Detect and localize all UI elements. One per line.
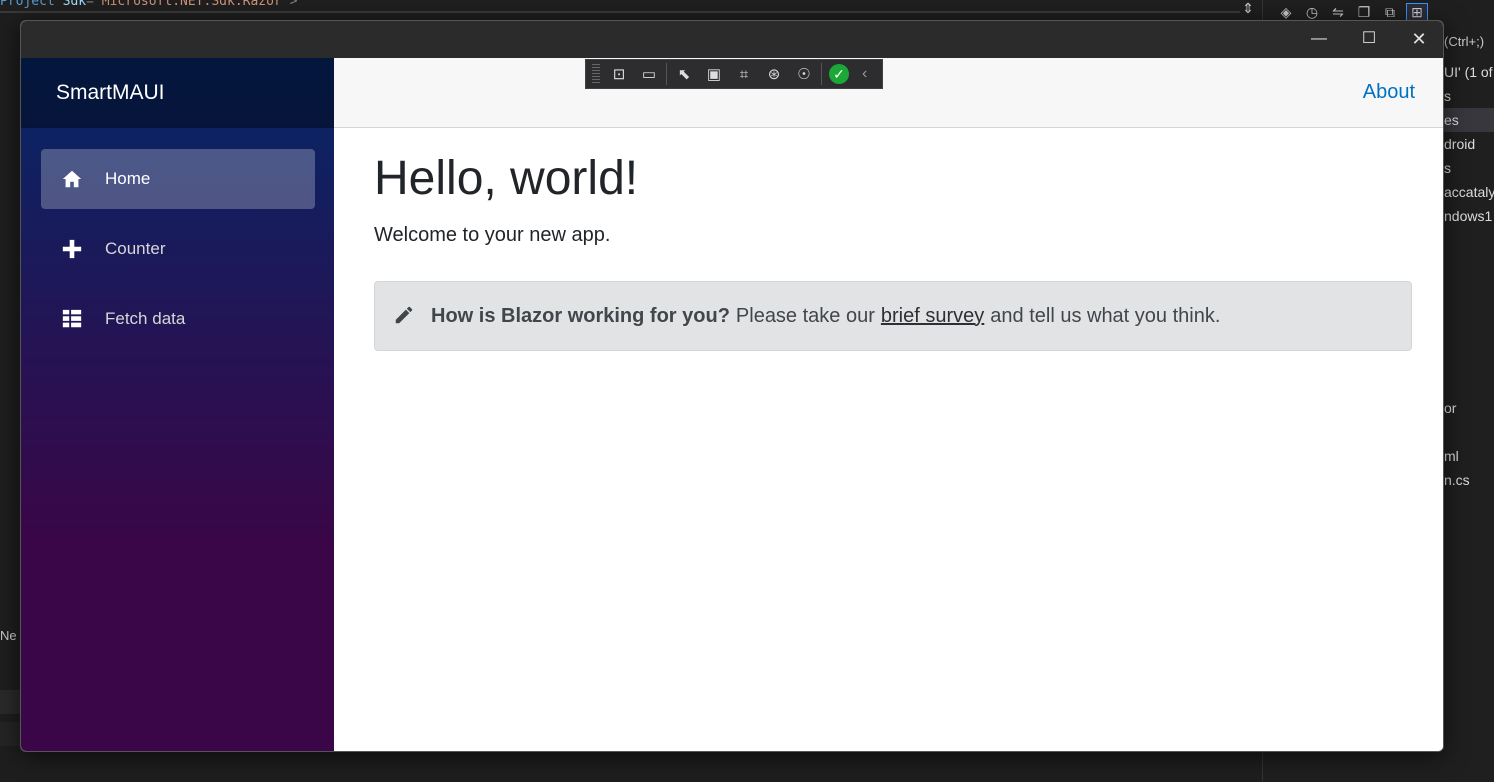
vs-icon[interactable]: ◈: [1276, 4, 1296, 21]
collapse-all-icon[interactable]: ❐: [1354, 4, 1374, 21]
minimize-button[interactable]: —: [1295, 21, 1343, 57]
accessibility-icon[interactable]: ☉: [789, 62, 819, 86]
survey-text-after: and tell us what you think.: [990, 304, 1221, 327]
brand-link[interactable]: SmartMAUI: [56, 81, 165, 105]
pencil-icon: [393, 304, 417, 328]
tree-item[interactable]: s: [1440, 156, 1494, 180]
about-link[interactable]: About: [1363, 81, 1415, 104]
history-icon[interactable]: ◷: [1302, 4, 1322, 21]
live-visual-tree-icon[interactable]: ⊡: [604, 62, 634, 86]
select-element-icon[interactable]: ⬉: [669, 62, 699, 86]
plus-icon: [60, 237, 84, 261]
ide-code-line: Project Sdk="Microsoft.NET.Sdk.Razor">: [0, 0, 297, 9]
split-editor-icon[interactable]: ⇕: [1236, 0, 1260, 20]
page-content: Hello, world! Welcome to your new app. H…: [334, 128, 1443, 351]
code-close: >: [289, 0, 298, 9]
tree-item[interactable]: accataly: [1440, 180, 1494, 204]
toolbar-grip[interactable]: [592, 64, 600, 84]
sidebar-item-label: Home: [105, 169, 151, 188]
ide-bottom-strip: [0, 722, 20, 746]
page-title: Hello, world!: [374, 152, 639, 205]
tree-item[interactable]: n.cs: [1440, 468, 1494, 492]
top-row: About: [334, 58, 1443, 128]
track-focus-icon[interactable]: ⌗: [729, 62, 759, 86]
tree-item[interactable]: ml: [1440, 444, 1494, 468]
tree-item[interactable]: droid: [1440, 132, 1494, 156]
binding-failures-icon[interactable]: ⊛: [759, 62, 789, 86]
scan-ok-icon[interactable]: ✓: [824, 62, 854, 86]
survey-link[interactable]: brief survey: [881, 305, 984, 328]
solution-search-hint[interactable]: (Ctrl+;): [1444, 34, 1484, 49]
home-icon: [60, 167, 84, 191]
tree-item[interactable]: es: [1440, 108, 1494, 132]
ide-scrollbar[interactable]: [0, 11, 1240, 13]
survey-question: How is Blazor working for you?: [431, 304, 730, 327]
brand-bar: SmartMAUI: [21, 58, 334, 128]
xaml-debug-toolbar: ⊡ ▭ ⬉ ▣ ⌗ ⊛ ☉ ✓ ‹: [585, 59, 883, 89]
main-content: About Hello, world! Welcome to your new …: [334, 58, 1443, 751]
tree-item[interactable]: s: [1440, 84, 1494, 108]
survey-text-before: Please take our: [735, 304, 875, 327]
close-button[interactable]: ✕: [1395, 21, 1443, 57]
welcome-text: Welcome to your new app.: [374, 224, 611, 246]
ide-bottom-label: Ne: [0, 628, 17, 643]
maximize-button[interactable]: ☐: [1345, 21, 1393, 57]
code-tag: Project: [0, 0, 55, 9]
app-window: — ☐ ✕ SmartMAUI Home Counter Fetch data …: [20, 20, 1444, 752]
sidebar-item-counter[interactable]: Counter: [41, 219, 315, 279]
record-icon[interactable]: ▭: [634, 62, 664, 86]
survey-prompt: How is Blazor working for you? Please ta…: [374, 281, 1412, 351]
nav-menu: Home Counter Fetch data: [21, 128, 334, 349]
tree-item[interactable]: UI' (1 of: [1440, 60, 1494, 84]
copy-icon[interactable]: ⧉: [1380, 4, 1400, 21]
show-all-files-icon[interactable]: ⊞: [1406, 2, 1428, 22]
sidebar-item-home[interactable]: Home: [41, 149, 315, 209]
code-attr: Sdk: [62, 0, 87, 9]
tree-item[interactable]: ndows1: [1440, 204, 1494, 228]
solution-tree: UI' (1 of s es droid s accataly ndows1 o…: [1440, 60, 1494, 492]
sidebar-item-label: Counter: [105, 239, 166, 258]
collapse-toolbar-icon[interactable]: ‹: [862, 65, 867, 83]
window-titlebar[interactable]: — ☐ ✕: [21, 21, 1443, 58]
display-adorners-icon[interactable]: ▣: [699, 62, 729, 86]
code-value: "Microsoft.NET.Sdk.Razor": [93, 0, 290, 9]
list-icon: [60, 307, 84, 331]
sync-icon[interactable]: ⇋: [1328, 4, 1348, 21]
sidebar: SmartMAUI Home Counter Fetch data: [21, 58, 334, 751]
ide-bottom-strip: [0, 690, 20, 714]
sidebar-item-label: Fetch data: [105, 309, 186, 328]
tree-item[interactable]: or: [1440, 396, 1494, 420]
sidebar-item-fetch-data[interactable]: Fetch data: [41, 289, 315, 349]
